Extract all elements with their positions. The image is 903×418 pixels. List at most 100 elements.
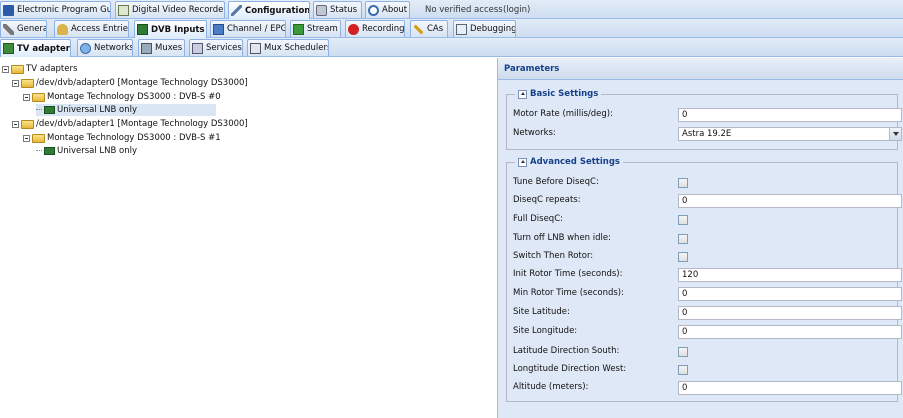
longitude-west-checkbox[interactable] <box>678 365 688 375</box>
init-rotor-time-input[interactable]: 120 <box>678 268 902 282</box>
tree-connector <box>36 150 42 152</box>
tab-cas[interactable]: CAs <box>410 20 448 37</box>
lnb-icon <box>44 147 55 155</box>
tab-label: Muxes <box>155 43 183 53</box>
site-longitude-row: Site Longitude: 0 <box>513 325 902 339</box>
advanced-settings-legend[interactable]: Advanced Settings <box>515 157 623 167</box>
tree-node-label: Montage Technology DS3000 : DVB-S #1 <box>47 133 221 143</box>
main-tab-bar: Electronic Program Guide Digital Video R… <box>0 0 903 19</box>
site-latitude-row: Site Latitude: 0 <box>513 306 902 320</box>
tree-collapse-toggle[interactable] <box>12 79 19 87</box>
motor-rate-input[interactable]: 0 <box>678 108 902 122</box>
tab-services[interactable]: Services <box>189 39 243 56</box>
latitude-south-label: Latitude Direction South: <box>513 346 620 356</box>
tv-adapter-icon <box>3 43 14 54</box>
tab-label: Services <box>206 43 242 53</box>
dvb-inputs-tab-bar: TV adapters Networks Muxes Services Mux … <box>0 38 903 57</box>
networks-select[interactable]: Astra 19.2E <box>678 127 902 141</box>
tab-label: Electronic Program Guide <box>17 5 111 15</box>
tab-debugging[interactable]: Debugging <box>453 20 516 37</box>
full-diseqc-label: Full DiseqC: <box>513 214 563 224</box>
altitude-label: Altitude (meters): <box>513 382 589 392</box>
latitude-south-checkbox[interactable] <box>678 347 688 357</box>
switch-then-rotor-row: Switch Then Rotor: <box>513 250 897 264</box>
diseqc-repeats-input[interactable]: 0 <box>678 194 902 208</box>
tab-mux-schedulers[interactable]: Mux Schedulers <box>247 39 329 56</box>
tab-label: Mux Schedulers <box>264 43 329 53</box>
full-diseqc-checkbox[interactable] <box>678 215 688 225</box>
tab-configuration[interactable]: Configuration <box>228 1 310 19</box>
longitude-west-row: Longtitude Direction West: <box>513 363 897 377</box>
tree-node-label: /dev/dvb/adapter0 [Montage Technology DS… <box>36 78 248 88</box>
tab-status[interactable]: Status <box>313 1 362 18</box>
tab-label: TV adapters <box>17 43 71 54</box>
longitude-west-label: Longtitude Direction West: <box>513 364 627 374</box>
altitude-input[interactable]: 0 <box>678 381 902 395</box>
tab-label: Networks <box>94 43 133 53</box>
tab-label: Digital Video Recorder <box>132 5 225 15</box>
access-status-text: No verified access <box>425 4 503 15</box>
tab-tv-adapters[interactable]: TV adapters <box>0 39 71 57</box>
tab-stream[interactable]: Stream <box>290 20 341 37</box>
access-icon <box>57 23 68 35</box>
tree-node-adapter1[interactable]: /dev/dvb/adapter1 [Montage Technology DS… <box>12 118 248 130</box>
tab-label: About <box>382 5 408 15</box>
tree-node-lnb0[interactable]: Universal LNB only <box>36 104 216 116</box>
basic-settings-title: Basic Settings <box>530 89 599 99</box>
tree-collapse-toggle[interactable] <box>12 120 19 128</box>
switch-then-rotor-checkbox[interactable] <box>678 252 688 262</box>
tree-root-node[interactable]: TV adapters <box>2 63 77 75</box>
tune-before-diseqc-checkbox[interactable] <box>678 178 688 188</box>
turn-off-lnb-checkbox[interactable] <box>678 234 688 244</box>
tree-node-label: TV adapters <box>26 64 78 74</box>
tree-node-label: Universal LNB only <box>57 146 138 156</box>
tab-channel-epg[interactable]: Channel / EPG <box>210 20 286 37</box>
tree-node-frontend1[interactable]: Montage Technology DS3000 : DVB-S #1 <box>23 132 221 144</box>
tree-collapse-toggle[interactable] <box>23 93 30 101</box>
tab-electronic-program-guide[interactable]: Electronic Program Guide <box>0 1 111 18</box>
tab-label: Channel / EPG <box>227 24 286 34</box>
advanced-settings-group: Advanced Settings Tune Before DiseqC: Di… <box>506 157 902 402</box>
tree-node-frontend0[interactable]: Montage Technology DS3000 : DVB-S #0 <box>23 91 221 103</box>
switch-then-rotor-label: Switch Then Rotor: <box>513 251 594 261</box>
tab-digital-video-recorder[interactable]: Digital Video Recorder <box>115 1 225 18</box>
tab-general[interactable]: General <box>0 20 47 37</box>
tab-access-entries[interactable]: Access Entries <box>54 20 129 37</box>
mux-icon <box>141 42 152 54</box>
basic-settings-group: Basic Settings Motor Rate (millis/deg): … <box>506 89 902 150</box>
advanced-settings-title: Advanced Settings <box>530 157 620 167</box>
collapse-icon[interactable] <box>518 157 527 167</box>
general-icon <box>3 23 14 35</box>
folder-icon <box>21 78 34 88</box>
tab-dvb-inputs[interactable]: DVB Inputs <box>134 20 207 38</box>
site-longitude-input[interactable]: 0 <box>678 325 902 339</box>
tab-about[interactable]: About <box>365 1 410 18</box>
min-rotor-time-input[interactable]: 0 <box>678 287 902 301</box>
chevron-down-icon[interactable] <box>889 128 901 140</box>
turn-off-lnb-label: Turn off LNB when idle: <box>513 233 611 243</box>
network-icon <box>80 42 91 54</box>
login-link[interactable]: (login) <box>503 1 530 18</box>
tree-collapse-toggle[interactable] <box>2 65 9 73</box>
tree-node-adapter0[interactable]: /dev/dvb/adapter0 [Montage Technology DS… <box>12 77 248 89</box>
tree-collapse-toggle[interactable] <box>23 134 30 142</box>
tab-label: Debugging <box>470 24 516 34</box>
folder-icon <box>32 133 45 143</box>
tree-connector <box>36 109 42 111</box>
tab-recording[interactable]: Recording <box>345 20 405 37</box>
collapse-icon[interactable] <box>518 89 527 99</box>
wrench-icon <box>231 5 242 16</box>
tree-node-lnb1[interactable]: Universal LNB only <box>36 145 137 157</box>
tab-label: CAs <box>427 24 444 34</box>
folder-icon <box>32 92 45 102</box>
basic-settings-legend[interactable]: Basic Settings <box>515 89 602 99</box>
tree-node-label: /dev/dvb/adapter1 [Montage Technology DS… <box>36 119 248 129</box>
tab-muxes[interactable]: Muxes <box>138 39 185 56</box>
status-icon <box>316 4 327 16</box>
altitude-row: Altitude (meters): 0 <box>513 381 902 395</box>
tab-networks[interactable]: Networks <box>77 39 133 56</box>
site-latitude-input[interactable]: 0 <box>678 306 902 320</box>
channel-epg-icon <box>213 23 224 35</box>
latitude-south-row: Latitude Direction South: <box>513 345 897 359</box>
networks-label: Networks: <box>513 128 556 138</box>
